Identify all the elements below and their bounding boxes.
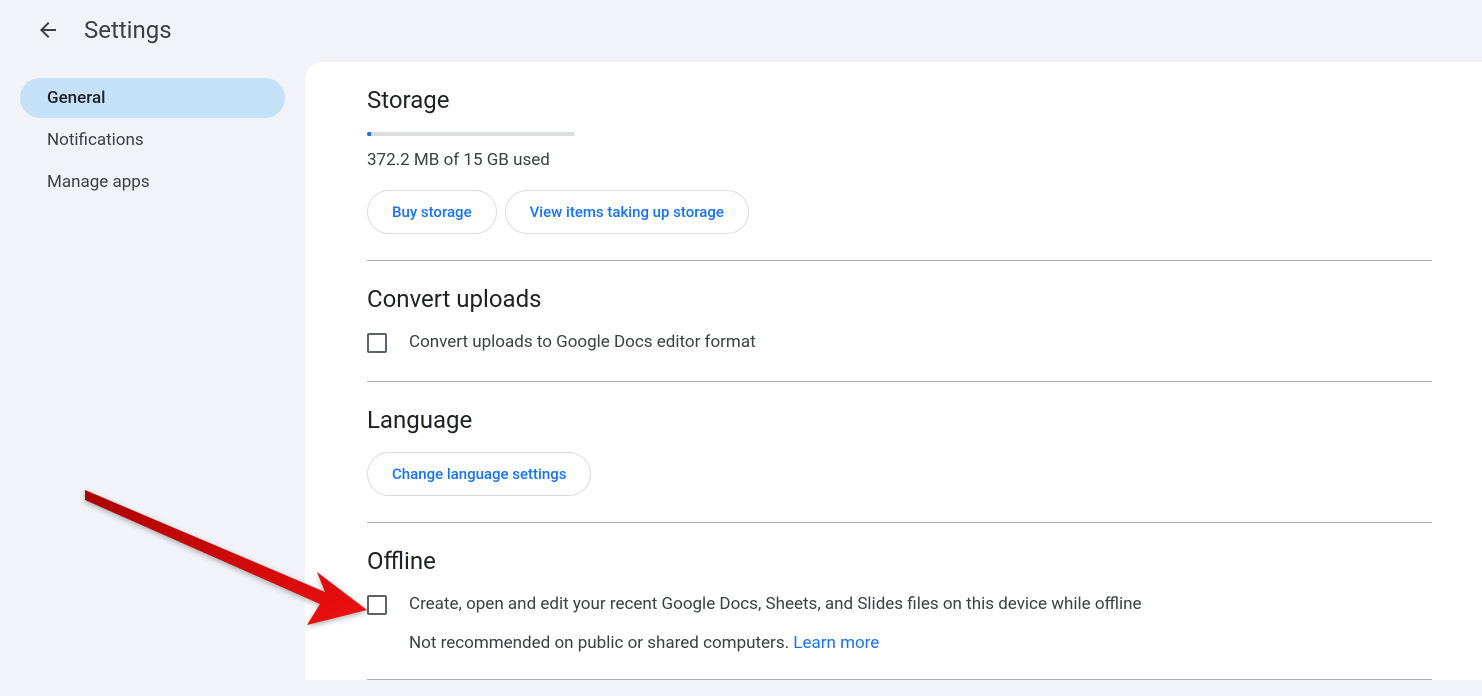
arrow-back-icon [36,18,60,42]
sidebar-item-label: Notifications [47,130,144,150]
sidebar-item-label: Manage apps [47,172,150,192]
storage-progress-fill [367,132,371,136]
offline-checkbox-label: Create, open and edit your recent Google… [409,593,1142,617]
offline-section: Offline Create, open and edit your recen… [367,547,1432,680]
change-language-button[interactable]: Change language settings [367,452,591,496]
language-section: Language Change language settings [367,406,1432,523]
offline-title: Offline [367,547,1432,575]
storage-section: Storage 372.2 MB of 15 GB used Buy stora… [367,86,1432,261]
page-title: Settings [84,16,172,44]
back-button[interactable] [28,10,68,50]
view-items-button[interactable]: View items taking up storage [505,190,749,234]
sidebar-item-label: General [47,88,105,108]
offline-checkbox[interactable] [367,595,387,615]
main-content: Storage 372.2 MB of 15 GB used Buy stora… [305,62,1482,680]
convert-uploads-checkbox[interactable] [367,333,387,353]
learn-more-link[interactable]: Learn more [793,633,879,653]
language-title: Language [367,406,1432,434]
sidebar-item-notifications[interactable]: Notifications [20,120,285,160]
convert-title: Convert uploads [367,285,1432,313]
storage-progress-bar [367,132,575,136]
header: Settings [0,0,1482,60]
offline-sub-text: Not recommended on public or shared comp… [409,633,1432,653]
buy-storage-button[interactable]: Buy storage [367,190,497,234]
sidebar: General Notifications Manage apps [0,60,305,680]
storage-title: Storage [367,86,1432,114]
sidebar-item-manage-apps[interactable]: Manage apps [20,162,285,202]
convert-checkbox-label: Convert uploads to Google Docs editor fo… [409,331,756,355]
convert-section: Convert uploads Convert uploads to Googl… [367,285,1432,382]
sidebar-item-general[interactable]: General [20,78,285,118]
storage-usage-text: 372.2 MB of 15 GB used [367,150,1432,170]
